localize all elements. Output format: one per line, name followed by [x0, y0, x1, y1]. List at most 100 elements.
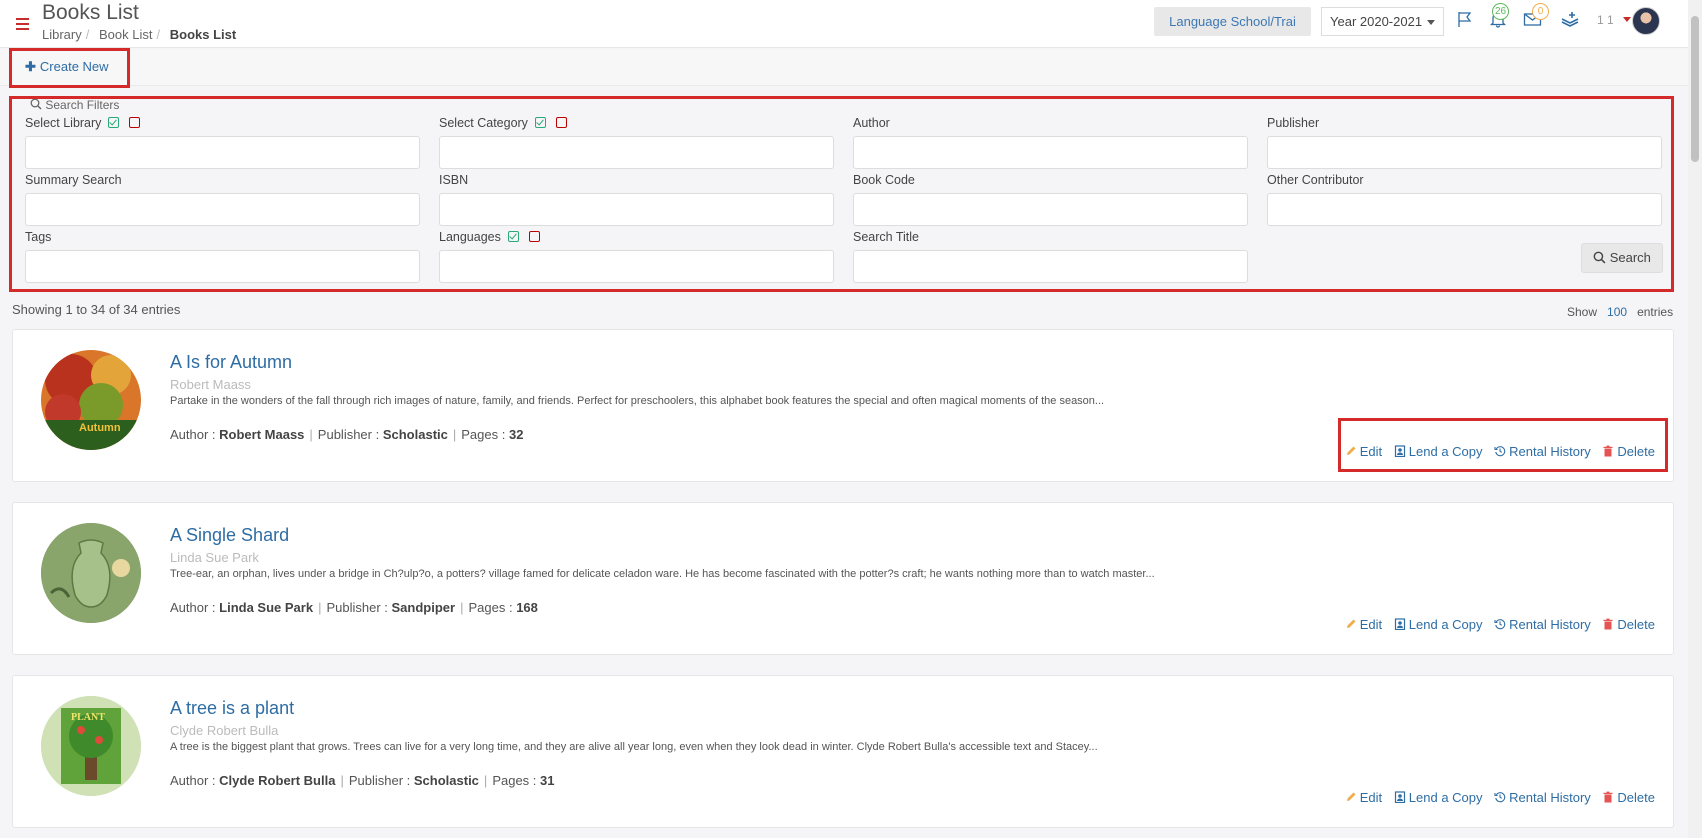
filter-search-title: Search Title — [853, 230, 1248, 283]
clear-selection-icon[interactable] — [528, 231, 540, 242]
book-code-input[interactable] — [853, 193, 1248, 226]
book-meta: Author : Clyde Robert Bulla | Publisher : … — [170, 773, 555, 788]
book-cover-image[interactable]: PLANT — [41, 696, 141, 796]
menu-icon[interactable] — [16, 18, 29, 30]
lend-copy-label: Lend a Copy — [1408, 444, 1483, 459]
filter-library-label: Select Library — [25, 116, 102, 130]
book-title[interactable]: A tree is a plant — [170, 698, 294, 719]
scrollbar-thumb[interactable] — [1691, 16, 1699, 162]
user-count[interactable]: 1 1 — [1597, 13, 1614, 27]
breadcrumb: Library / Book List / Books List — [42, 27, 237, 42]
book-title[interactable]: A Is for Autumn — [170, 352, 292, 373]
trash-icon — [1603, 791, 1613, 803]
book-title[interactable]: A Single Shard — [170, 525, 289, 546]
showing-entries-text: Showing 1 to 34 of 34 entries — [12, 302, 181, 317]
book-cover-image[interactable] — [41, 523, 141, 623]
filter-other-contributor: Other Contributor — [1267, 173, 1662, 226]
select-all-icon[interactable] — [534, 117, 546, 128]
rental-history-label: Rental History — [1509, 444, 1591, 459]
breadcrumb-book-list[interactable]: Book List — [99, 27, 152, 42]
page-size-control: Show 100 entries — [1567, 305, 1673, 319]
trash-icon — [1603, 445, 1613, 457]
author-input[interactable] — [853, 136, 1248, 169]
messages-button[interactable]: 0 — [1523, 3, 1549, 31]
history-icon — [1494, 446, 1506, 457]
search-title-input[interactable] — [853, 250, 1248, 283]
category-select[interactable] — [439, 136, 834, 169]
publisher-label: Publisher : — [348, 773, 411, 788]
lend-copy-button[interactable]: Lend a Copy — [1394, 617, 1483, 632]
clear-selection-icon[interactable] — [129, 117, 141, 128]
delete-button[interactable]: Delete — [1602, 790, 1655, 805]
filter-isbn-label: ISBN — [439, 173, 469, 187]
plus-icon: ✚ — [25, 59, 36, 74]
rental-history-label: Rental History — [1509, 790, 1591, 805]
book-meta: Author : Robert Maass | Publisher : Schola… — [170, 427, 524, 442]
lend-copy-button[interactable]: Lend a Copy — [1394, 790, 1483, 805]
publisher-input[interactable] — [1267, 136, 1662, 169]
edit-button[interactable]: Edit — [1345, 444, 1382, 459]
avatar[interactable] — [1632, 7, 1660, 35]
book-author: Clyde Robert Bulla — [219, 773, 336, 788]
book-publisher: Sandpiper — [391, 600, 456, 615]
search-icon — [30, 98, 42, 110]
book-meta: Author : Linda Sue Park | Publisher : Sand… — [170, 600, 538, 615]
year-select[interactable]: Year 2020-2021 — [1321, 7, 1444, 36]
publisher-label: Publisher : — [326, 600, 388, 615]
delete-button[interactable]: Delete — [1602, 444, 1655, 459]
pencil-icon — [1346, 792, 1356, 801]
filter-book-code-label: Book Code — [853, 173, 915, 187]
filter-search-title-label: Search Title — [853, 230, 920, 244]
select-all-icon[interactable] — [108, 117, 120, 128]
rental-history-button[interactable]: Rental History — [1494, 617, 1591, 632]
edit-button[interactable]: Edit — [1345, 790, 1382, 805]
create-new-label: Create New — [39, 59, 109, 74]
summary-search-input[interactable] — [25, 193, 420, 226]
rental-history-button[interactable]: Rental History — [1494, 444, 1591, 459]
book-pages: 168 — [516, 600, 538, 615]
book-summary: Tree-ear, an orphan, lives under a bridg… — [170, 568, 1155, 580]
search-filters-legend: Search Filters — [30, 98, 119, 112]
book-author-subtitle: Clyde Robert Bulla — [170, 723, 279, 738]
layers-icon[interactable] — [1560, 10, 1580, 28]
flag-icon[interactable] — [1456, 10, 1474, 28]
notifications-button[interactable]: 26 — [1489, 3, 1509, 31]
pages-label: Pages : — [461, 427, 506, 442]
select-all-icon[interactable] — [507, 231, 519, 242]
book-author: Robert Maass — [219, 427, 305, 442]
filter-other-contributor-label: Other Contributor — [1267, 173, 1364, 187]
search-button-label: Search — [1609, 250, 1651, 265]
book-card: Autumn A Is for Autumn Robert Maass Part… — [12, 329, 1674, 482]
filter-isbn: ISBN — [439, 173, 834, 226]
filter-library: Select Library — [25, 116, 420, 169]
contact-card-icon — [1394, 445, 1405, 457]
book-author: Linda Sue Park — [219, 600, 314, 615]
clear-selection-icon[interactable] — [555, 117, 567, 128]
page-size-select[interactable]: 100 — [1607, 305, 1627, 319]
trash-icon — [1603, 618, 1613, 630]
breadcrumb-library[interactable]: Library — [42, 27, 82, 42]
isbn-input[interactable] — [439, 193, 834, 226]
history-icon — [1494, 619, 1506, 630]
library-select[interactable] — [25, 136, 420, 169]
filter-summary-label: Summary Search — [25, 173, 122, 187]
book-publisher: Scholastic — [413, 773, 479, 788]
page-scrollbar[interactable] — [1688, 0, 1702, 838]
languages-select[interactable] — [439, 250, 834, 283]
edit-button[interactable]: Edit — [1345, 617, 1382, 632]
book-cover-image[interactable]: Autumn — [41, 350, 141, 450]
create-new-button[interactable]: ✚ Create New — [25, 59, 109, 75]
school-selector-button[interactable]: Language School/Trai — [1154, 7, 1311, 36]
caret-down-icon[interactable] — [1623, 17, 1631, 22]
book-summary: Partake in the wonders of the fall throu… — [170, 395, 1105, 407]
page-title: Books List — [42, 1, 139, 24]
other-contributor-input[interactable] — [1267, 193, 1662, 226]
contact-card-icon — [1394, 618, 1405, 630]
toolbar: ✚ Create New — [0, 49, 1688, 86]
delete-button[interactable]: Delete — [1602, 617, 1655, 632]
lend-copy-button[interactable]: Lend a Copy — [1394, 444, 1483, 459]
tags-input[interactable] — [25, 250, 420, 283]
rental-history-button[interactable]: Rental History — [1494, 790, 1591, 805]
search-button[interactable]: Search — [1581, 243, 1663, 273]
filter-publisher: Publisher — [1267, 116, 1662, 169]
